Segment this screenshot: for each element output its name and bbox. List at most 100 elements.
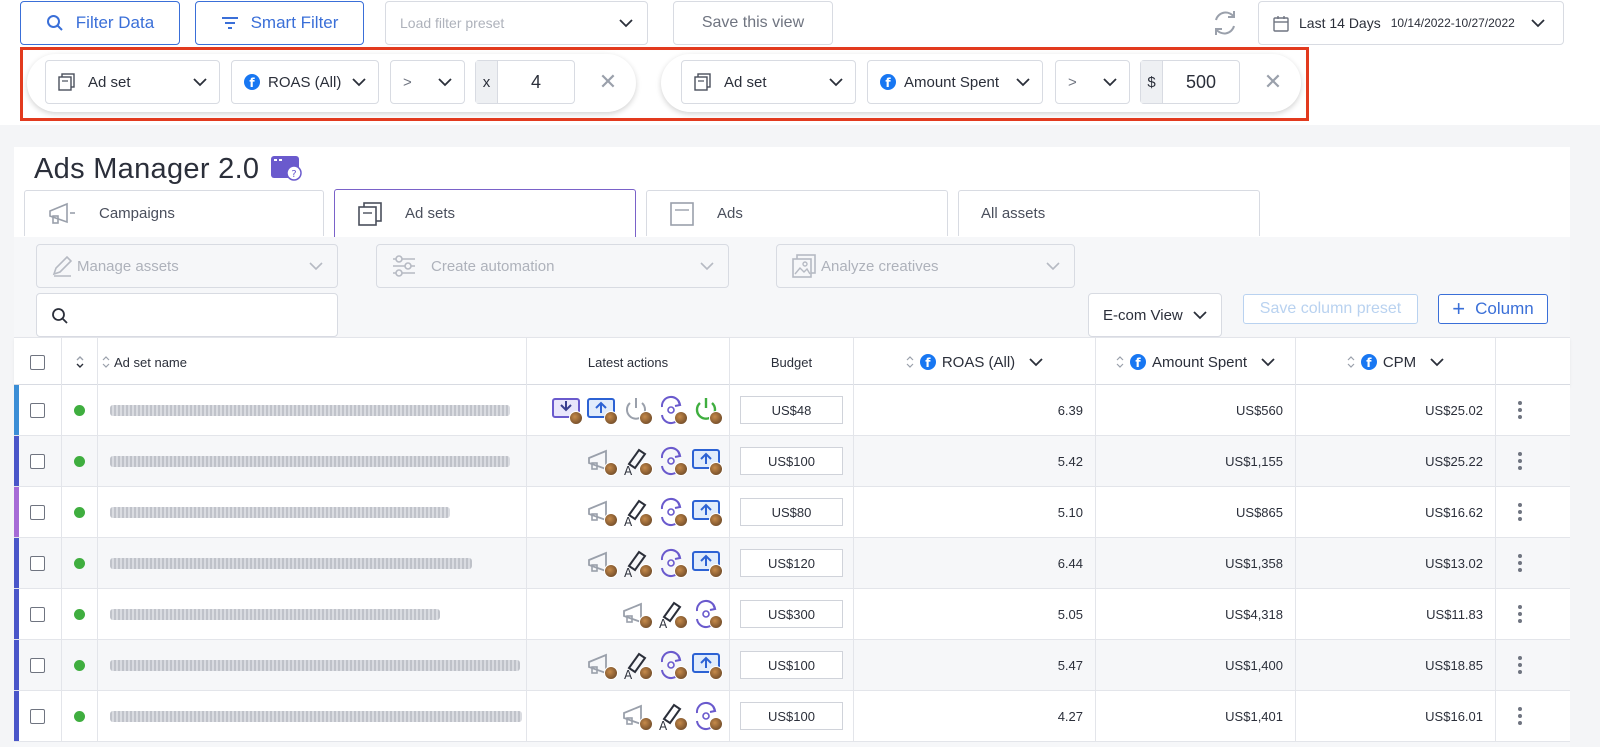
sync-arrows-icon[interactable] [656, 650, 688, 680]
header-select-all[interactable] [14, 338, 62, 386]
row-menu[interactable] [1496, 691, 1544, 741]
row-checkbox[interactable] [30, 708, 45, 724]
row-status[interactable] [62, 436, 98, 486]
filter-data-button[interactable]: Filter Data [20, 1, 180, 45]
budget-input[interactable]: US$100 [740, 702, 843, 730]
upload-card-icon[interactable] [691, 650, 723, 680]
text-edit-icon[interactable]: A [656, 599, 688, 631]
table-row[interactable]: US$48 6.39 US$560 US$25.02 [14, 385, 1570, 436]
row-checkbox[interactable] [30, 657, 45, 673]
add-column-button[interactable]: + Column [1438, 294, 1548, 324]
row-budget[interactable]: US$120 [730, 538, 854, 588]
date-range-picker[interactable]: Last 14 Days 10/14/2022-10/27/2022 [1258, 1, 1564, 45]
row-budget[interactable]: US$80 [730, 487, 854, 537]
row-ad-set-name[interactable] [98, 487, 527, 537]
megaphone-icon[interactable] [586, 446, 618, 476]
tab-campaigns[interactable]: Campaigns [24, 190, 324, 236]
row-checkbox[interactable] [30, 402, 45, 418]
upload-card-icon[interactable] [691, 548, 723, 578]
table-row[interactable]: A US$300 5.05 US$4,318 US$11.83 [14, 589, 1570, 640]
more-options-icon[interactable] [1518, 452, 1522, 470]
row-budget[interactable]: US$300 [730, 589, 854, 639]
more-options-icon[interactable] [1518, 401, 1522, 419]
analyze-creatives-dropdown[interactable]: Analyze creatives [776, 244, 1075, 288]
budget-input[interactable]: US$300 [740, 600, 843, 628]
tab-ad-sets[interactable]: Ad sets [334, 189, 636, 237]
row-status[interactable] [62, 589, 98, 639]
row-select[interactable] [14, 691, 62, 741]
header-status-sort[interactable] [62, 338, 98, 386]
budget-input[interactable]: US$100 [740, 447, 843, 475]
row-ad-set-name[interactable] [98, 538, 527, 588]
status-active-dot[interactable] [74, 455, 85, 467]
row-budget[interactable]: US$48 [730, 385, 854, 435]
refresh-icon[interactable] [1210, 8, 1240, 38]
save-view-button[interactable]: Save this view [673, 1, 833, 45]
row-select[interactable] [14, 640, 62, 690]
header-ad-set-name[interactable]: Ad set name [98, 338, 527, 386]
upload-card-icon[interactable] [586, 395, 618, 425]
row-checkbox[interactable] [30, 606, 45, 622]
row-status[interactable] [62, 691, 98, 741]
text-edit-icon[interactable]: A [621, 548, 653, 580]
budget-input[interactable]: US$120 [740, 549, 843, 577]
row-menu[interactable] [1496, 589, 1544, 639]
upload-card-icon[interactable] [691, 497, 723, 527]
row-ad-set-name[interactable] [98, 640, 527, 690]
row-select[interactable] [14, 538, 62, 588]
text-edit-icon[interactable]: A [621, 497, 653, 529]
row-status[interactable] [62, 385, 98, 435]
row-ad-set-name[interactable] [98, 691, 527, 741]
megaphone-icon[interactable] [586, 548, 618, 578]
sync-arrows-icon[interactable] [656, 446, 688, 476]
text-edit-icon[interactable]: A [656, 701, 688, 733]
filter-preset-select[interactable]: Load filter preset [385, 1, 648, 45]
row-checkbox[interactable] [30, 555, 45, 571]
budget-input[interactable]: US$48 [740, 396, 843, 424]
megaphone-icon[interactable] [621, 701, 653, 731]
status-active-dot[interactable] [74, 557, 85, 569]
sync-arrows-icon[interactable] [656, 497, 688, 527]
row-budget[interactable]: US$100 [730, 436, 854, 486]
table-row[interactable]: A US$100 5.42 US$1,155 US$25.22 [14, 436, 1570, 487]
text-edit-icon[interactable]: A [621, 446, 653, 478]
table-row[interactable]: A US$100 4.27 US$1,401 US$16.01 [14, 691, 1570, 742]
more-options-icon[interactable] [1518, 554, 1522, 572]
more-options-icon[interactable] [1518, 503, 1522, 521]
row-checkbox[interactable] [30, 504, 45, 520]
select-all-checkbox[interactable] [30, 354, 45, 370]
tab-ads[interactable]: Ads [646, 190, 948, 236]
sync-arrows-icon[interactable] [691, 599, 723, 629]
download-card-icon[interactable] [551, 395, 583, 425]
row-status[interactable] [62, 487, 98, 537]
row-ad-set-name[interactable] [98, 385, 527, 435]
row-select[interactable] [14, 385, 62, 435]
row-status[interactable] [62, 640, 98, 690]
row-ad-set-name[interactable] [98, 436, 527, 486]
upload-card-icon[interactable] [691, 446, 723, 476]
budget-input[interactable]: US$100 [740, 651, 843, 679]
status-active-dot[interactable] [74, 506, 85, 518]
header-amount-spent[interactable]: f Amount Spent [1096, 338, 1296, 386]
row-select[interactable] [14, 589, 62, 639]
text-edit-icon[interactable]: A [621, 650, 653, 682]
row-select[interactable] [14, 436, 62, 486]
create-automation-dropdown[interactable]: Create automation [376, 244, 729, 288]
manage-assets-dropdown[interactable]: Manage assets [36, 244, 338, 288]
header-roas[interactable]: f ROAS (All) [854, 338, 1096, 386]
power-off-icon[interactable] [621, 395, 653, 425]
megaphone-icon[interactable] [621, 599, 653, 629]
tab-all-assets[interactable]: All assets [958, 190, 1260, 236]
status-active-dot[interactable] [74, 659, 85, 671]
more-options-icon[interactable] [1518, 707, 1522, 725]
budget-input[interactable]: US$80 [740, 498, 843, 526]
sync-arrows-icon[interactable] [656, 395, 688, 425]
view-select[interactable]: E-com View [1088, 293, 1222, 337]
header-cpm[interactable]: f CPM [1296, 338, 1496, 386]
row-checkbox[interactable] [30, 453, 45, 469]
sync-arrows-icon[interactable] [691, 701, 723, 731]
row-menu[interactable] [1496, 385, 1544, 435]
more-options-icon[interactable] [1518, 605, 1522, 623]
search-input[interactable] [36, 293, 338, 337]
save-column-preset-button[interactable]: Save column preset [1243, 294, 1418, 324]
